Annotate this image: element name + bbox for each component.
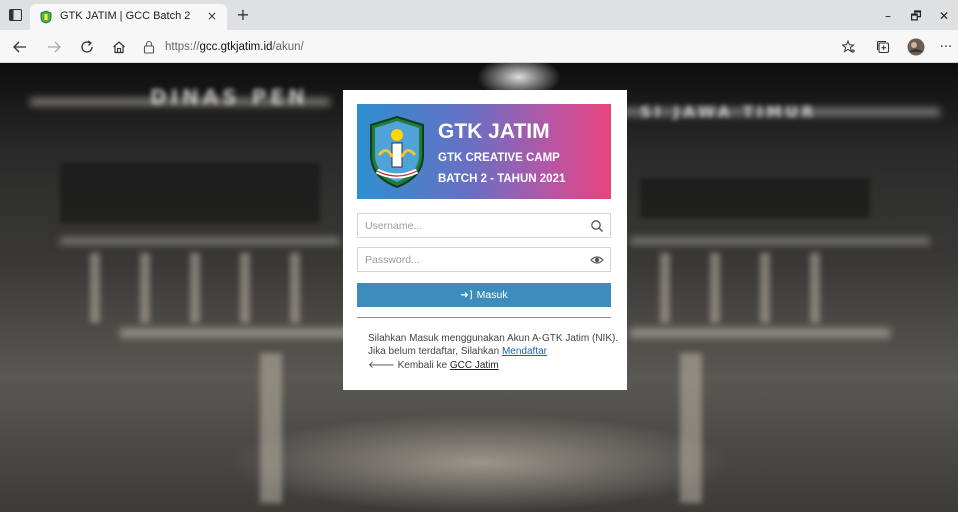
building-column <box>260 353 282 503</box>
url-path: /akun/ <box>272 40 304 53</box>
building-column <box>680 353 702 503</box>
avatar <box>907 38 925 56</box>
close-window-button[interactable]: ✕ <box>932 6 956 26</box>
restore-button[interactable]: 🗗 <box>904 6 928 26</box>
password-input[interactable] <box>358 248 578 271</box>
building-column <box>190 253 200 323</box>
profile-button[interactable] <box>905 37 927 57</box>
refresh-button[interactable] <box>76 36 98 58</box>
collections-button[interactable] <box>872 37 894 57</box>
refresh-icon <box>81 40 93 53</box>
building-sign-right: SI JAWA TIMUR <box>640 103 818 121</box>
building-column <box>710 253 720 323</box>
back-button[interactable] <box>9 36 31 58</box>
building-column <box>290 253 300 323</box>
building-window <box>640 178 870 218</box>
tab-actions-icon <box>8 9 22 21</box>
collections-icon <box>876 40 890 54</box>
url-host: gcc.gtkjatim.id <box>199 40 273 53</box>
favorite-button[interactable] <box>838 37 860 57</box>
browser-toolbar: https://gcc.gtkjatim.id/akun/ ··· <box>0 30 958 63</box>
building-window <box>60 163 320 223</box>
building-band <box>60 238 340 244</box>
arrow-left-icon <box>13 41 26 53</box>
gcc-jatim-link[interactable]: GCC Jatim <box>450 360 499 371</box>
jatim-emblem-icon <box>370 115 424 189</box>
tab-title: GTK JATIM | GCC Batch 2 <box>60 10 191 22</box>
url-text: https://gcc.gtkjatim.id/akun/ <box>165 41 304 53</box>
tab-close-icon[interactable]: × <box>204 8 220 24</box>
building-column <box>810 253 820 323</box>
building-column <box>660 253 670 323</box>
login-button[interactable]: ➜] Masuk <box>357 283 611 307</box>
building-sign-left: DINAS PEN <box>150 85 309 109</box>
app-subtitle: GTK CREATIVE CAMP <box>438 152 560 164</box>
username-field <box>357 213 611 238</box>
building-column <box>240 253 250 323</box>
gtk-favicon-icon <box>40 10 52 24</box>
address-bar[interactable]: https://gcc.gtkjatim.id/akun/ <box>142 35 832 58</box>
back-hint-text: 🡐 Kembali ke <box>368 360 450 371</box>
sign-in-icon: ➜] <box>460 289 473 301</box>
register-hint: Jika belum terdaftar, Silahkan Mendaftar <box>368 346 547 357</box>
building-column <box>140 253 150 323</box>
more-menu-button[interactable]: ··· <box>935 37 957 57</box>
app-batch-label: BATCH 2 - TAHUN 2021 <box>438 173 566 185</box>
password-field <box>357 247 611 272</box>
lock-icon[interactable] <box>142 40 156 54</box>
forward-button[interactable] <box>43 36 65 58</box>
login-card: GTK JATIM GTK CREATIVE CAMP BATCH 2 - TA… <box>343 90 627 390</box>
register-hint-text: Jika belum terdaftar, Silahkan <box>368 346 502 357</box>
arrow-right-icon <box>48 41 61 53</box>
minimize-button[interactable]: – <box>876 6 900 26</box>
building-band <box>120 328 350 338</box>
username-input[interactable] <box>358 214 578 237</box>
login-button-label: Masuk <box>476 289 508 301</box>
search-icon <box>591 220 603 232</box>
back-hint: 🡐 Kembali ke GCC Jatim <box>368 359 499 371</box>
building-column <box>90 253 100 323</box>
login-banner: GTK JATIM GTK CREATIVE CAMP BATCH 2 - TA… <box>357 104 611 199</box>
star-add-icon <box>841 40 855 53</box>
tab-actions-button[interactable] <box>4 5 26 25</box>
building-band <box>630 238 930 244</box>
new-tab-button[interactable]: + <box>233 5 253 25</box>
home-icon <box>113 41 125 54</box>
app-title: GTK JATIM <box>438 120 550 143</box>
browser-tab-bar: GTK JATIM | GCC Batch 2 × + – 🗗 ✕ <box>0 0 958 30</box>
register-link[interactable]: Mendaftar <box>502 346 547 357</box>
login-instructions: Silahkan Masuk menggunakan Akun A-GTK Ja… <box>368 333 619 344</box>
eye-icon[interactable] <box>590 253 604 267</box>
divider <box>357 317 611 318</box>
building-column <box>760 253 770 323</box>
building-band <box>630 328 890 338</box>
url-scheme: https:// <box>165 40 200 53</box>
home-button[interactable] <box>108 36 130 58</box>
browser-tab-active[interactable]: GTK JATIM | GCC Batch 2 × <box>30 4 227 30</box>
